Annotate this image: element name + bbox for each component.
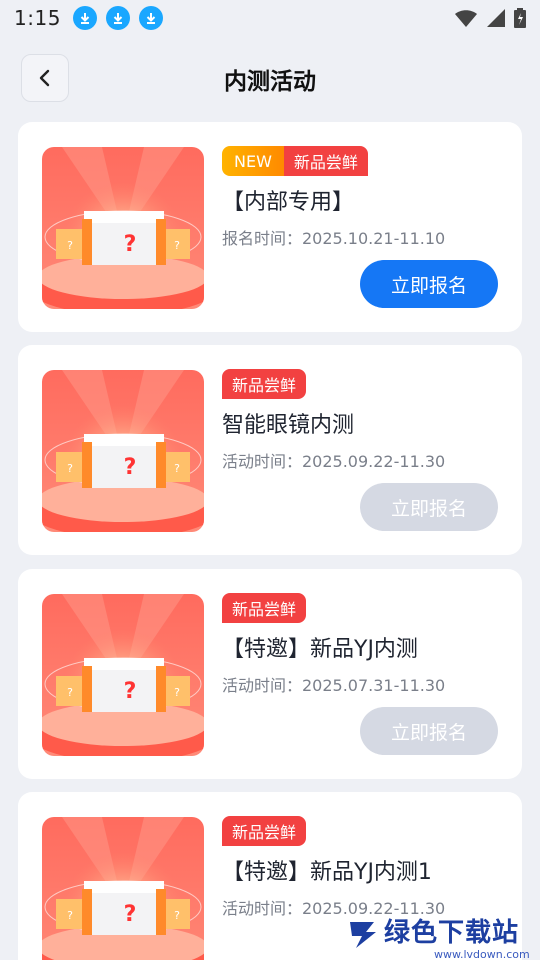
gift-box-illustration: ? ? ? [42,370,204,532]
activity-date: 活动时间：2025.07.31-11.30 [222,676,446,695]
page-title: 内测活动 [224,69,316,95]
activity-tags: 新品尝鲜 [222,369,307,399]
activity-title: 智能眼镜内测 [222,413,355,438]
activity-title: 【特邀】新品YJ内测 [222,637,418,662]
activity-tags: 新品尝鲜 [222,593,307,623]
status-time: 1:15 [14,6,61,30]
svg-text:?: ? [67,686,73,699]
svg-text:?: ? [67,239,73,252]
svg-text:?: ? [124,232,137,257]
activity-tags: NEW 新品尝鲜 [222,146,368,176]
activity-date: 活动时间：2025.09.22-11.30 [222,452,446,471]
app-header: 内测活动 [0,36,540,120]
status-icons [454,8,526,28]
watermark-url: www.lvdown.com [434,948,530,960]
activity-thumbnail: ? ? ? [42,817,204,960]
status-bar: 1:15 [0,0,540,36]
activity-tags: 新品尝鲜 [222,816,307,846]
gift-box-illustration: ? ? ? [42,817,204,960]
download-icon [72,6,97,30]
svg-text:?: ? [124,679,137,704]
signup-button[interactable]: 立即报名 [360,707,498,755]
activity-title: 【特邀】新品YJ内测1 [222,860,432,885]
download-icon [105,6,130,30]
watermark: 绿色下载站 www.lvdown.com [344,912,540,960]
svg-text:?: ? [124,902,137,927]
svg-text:?: ? [67,462,73,475]
gift-box-illustration: ? ? ? [42,594,204,756]
svg-text:?: ? [174,462,180,475]
activity-date: 报名时间：2025.10.21-11.10 [222,229,446,248]
svg-text:?: ? [67,909,73,922]
new-badge: NEW [222,146,284,176]
download-icon [138,6,163,30]
activity-title: 【内部专用】 [222,190,355,215]
battery-icon [514,8,526,28]
activity-card[interactable]: ? ? ? 新品尝鲜 【特邀】新品YJ内测 活动时间：2025.07.31-11… [18,569,522,779]
category-badge: 新品尝鲜 [222,593,307,623]
svg-text:?: ? [174,686,180,699]
signup-button[interactable]: 立即报名 [360,260,498,308]
svg-text:?: ? [174,909,180,922]
gift-box-illustration: ? ? ? [42,147,204,309]
svg-text:?: ? [174,239,180,252]
activity-thumbnail: ? ? ? [42,370,204,532]
category-badge: 新品尝鲜 [222,369,307,399]
signup-button[interactable]: 立即报名 [360,483,498,531]
signal-icon [487,9,505,27]
activity-card[interactable]: ? ? ? 新品尝鲜 智能眼镜内测 活动时间：2025.09.22-11.30 … [18,345,522,555]
activity-card[interactable]: ? ? ? NEW 新品尝鲜 【内部专用】 报名时间：2025.10.21-11… [18,122,522,332]
wifi-icon [455,10,477,27]
activity-thumbnail: ? ? ? [42,594,204,756]
watermark-logo-icon [350,922,376,948]
watermark-text: 绿色下载站 [384,918,520,948]
category-badge: 新品尝鲜 [222,816,307,846]
svg-text:?: ? [124,455,137,480]
category-badge: 新品尝鲜 [283,146,368,176]
activity-thumbnail: ? ? ? [42,147,204,309]
